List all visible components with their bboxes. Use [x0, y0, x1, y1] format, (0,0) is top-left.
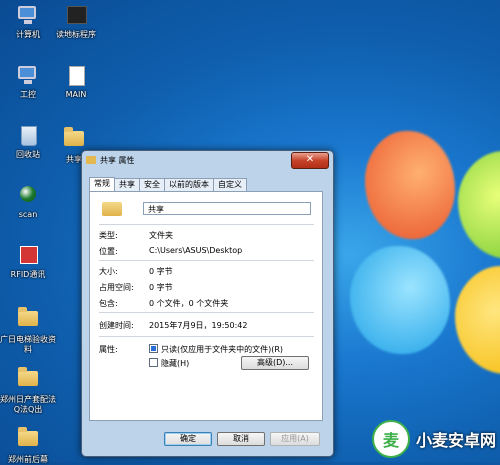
- advanced-button[interactable]: 高级(D)...: [241, 356, 309, 370]
- prop-value: 文件夹: [149, 231, 173, 240]
- watermark-logo: 麦: [372, 420, 410, 458]
- prop-label: 大小:: [99, 267, 118, 276]
- checkbox-indeterminate-icon: [149, 344, 158, 353]
- desktop-icon-label: RFID通讯: [10, 270, 46, 279]
- close-button[interactable]: ✕: [291, 152, 329, 169]
- dialog-title: 共享 属性: [100, 155, 135, 165]
- computer-icon: [18, 6, 36, 19]
- prop-value: 0 字节: [149, 283, 173, 292]
- desktop-icon-label: 广日电梯验收资料: [0, 335, 56, 354]
- prop-label: 创建时间:: [99, 321, 134, 330]
- checkbox-icon: [149, 358, 158, 367]
- attributes-row: 属性: 只读(仅应用于文件夹中的文件)(R): [99, 344, 283, 355]
- prop-size-on-disk: 占用空间: 0 字节: [99, 282, 173, 293]
- readonly-label: 只读(仅应用于文件夹中的文件)(R): [161, 345, 284, 354]
- watermark: 麦 小麦安卓网: [372, 420, 496, 458]
- general-panel: 共享 类型: 文件夹 位置: C:\Users\ASUS\Desktop 大小:…: [89, 191, 323, 421]
- ok-button[interactable]: 确定: [164, 432, 212, 446]
- desktop-icon-label: 郑州日产套配法Q法Q出: [0, 395, 56, 414]
- desktop-icon-label: 计算机: [16, 30, 40, 39]
- folder-icon: [102, 202, 122, 216]
- desktop-icon-elevator-folder[interactable]: 广日电梯验收资料: [0, 306, 56, 355]
- divider: [99, 312, 314, 313]
- tab-security[interactable]: 安全: [139, 178, 165, 191]
- tab-bar: 常规 共享 安全 以前的版本 自定义: [89, 177, 247, 191]
- desktop-icon-label: 工控: [20, 90, 36, 99]
- desktop-icon-label: 共享: [66, 155, 82, 164]
- prop-type: 类型: 文件夹: [99, 230, 173, 241]
- desktop-icon-label: 郑州前后幕: [8, 455, 48, 464]
- prop-value: C:\Users\ASUS\Desktop: [149, 246, 243, 255]
- tab-customize[interactable]: 自定义: [213, 178, 247, 191]
- document-icon: [69, 66, 85, 86]
- attributes-label: 属性:: [99, 345, 118, 354]
- hidden-checkbox[interactable]: 隐藏(H): [149, 358, 189, 369]
- folder-icon: [18, 307, 38, 326]
- prop-value: 0 个文件，0 个文件夹: [149, 299, 229, 308]
- folder-icon: [86, 156, 96, 164]
- desktop-icon-label: 读地标程序: [56, 30, 96, 39]
- desktop-icon-main[interactable]: MAIN: [48, 66, 104, 100]
- desktop-icon-label: 回收站: [16, 150, 40, 159]
- tab-sharing[interactable]: 共享: [114, 178, 140, 191]
- divider: [99, 260, 314, 261]
- network-icon: [18, 66, 36, 79]
- desktop-icon-rfid[interactable]: RFID通讯: [0, 246, 56, 280]
- prop-created: 创建时间: 2015年7月9日，19:50:42: [99, 320, 247, 331]
- rfid-icon: [20, 246, 38, 264]
- desktop-icon-program[interactable]: 读地标程序: [48, 6, 104, 40]
- prop-value: 0 字节: [149, 267, 173, 276]
- program-icon: [67, 6, 87, 24]
- prop-size: 大小: 0 字节: [99, 266, 173, 277]
- desktop-icon-zhengzhou-folder[interactable]: 郑州前后幕: [0, 426, 56, 465]
- hidden-label: 隐藏(H): [161, 359, 190, 368]
- divider: [99, 224, 314, 225]
- tab-previous-versions[interactable]: 以前的版本: [164, 178, 214, 191]
- desktop-icon-nissan-folder[interactable]: 郑州日产套配法Q法Q出: [0, 366, 56, 415]
- desktop-icon-label: scan: [18, 210, 38, 219]
- watermark-text: 小麦安卓网: [416, 431, 497, 450]
- prop-location: 位置: C:\Users\ASUS\Desktop: [99, 246, 242, 257]
- folder-icon: [18, 367, 38, 386]
- prop-label: 类型:: [99, 231, 118, 240]
- scan-icon: [20, 186, 36, 202]
- folder-name-input[interactable]: 共享: [143, 202, 311, 215]
- prop-contains: 包含: 0 个文件，0 个文件夹: [99, 298, 228, 309]
- prop-value: 2015年7月9日，19:50:42: [149, 321, 248, 330]
- cancel-button[interactable]: 取消: [217, 432, 265, 446]
- apply-button[interactable]: 应用(A): [270, 432, 320, 446]
- readonly-checkbox[interactable]: 只读(仅应用于文件夹中的文件)(R): [149, 344, 283, 355]
- folder-icon: [64, 127, 84, 146]
- prop-label: 占用空间:: [99, 283, 134, 292]
- prop-label: 包含:: [99, 299, 118, 308]
- prop-label: 位置:: [99, 247, 118, 256]
- divider: [99, 336, 314, 337]
- desktop-icon-label: MAIN: [65, 90, 87, 99]
- windows-logo: [340, 120, 500, 383]
- folder-icon: [18, 427, 38, 446]
- tab-general[interactable]: 常规: [89, 177, 115, 191]
- properties-dialog: 共享 属性 ✕ 常规 共享 安全 以前的版本 自定义 共享 类型: 文件夹 位置…: [81, 150, 334, 457]
- desktop-icon-scan[interactable]: scan: [0, 186, 56, 220]
- recycle-bin-icon: [21, 126, 37, 146]
